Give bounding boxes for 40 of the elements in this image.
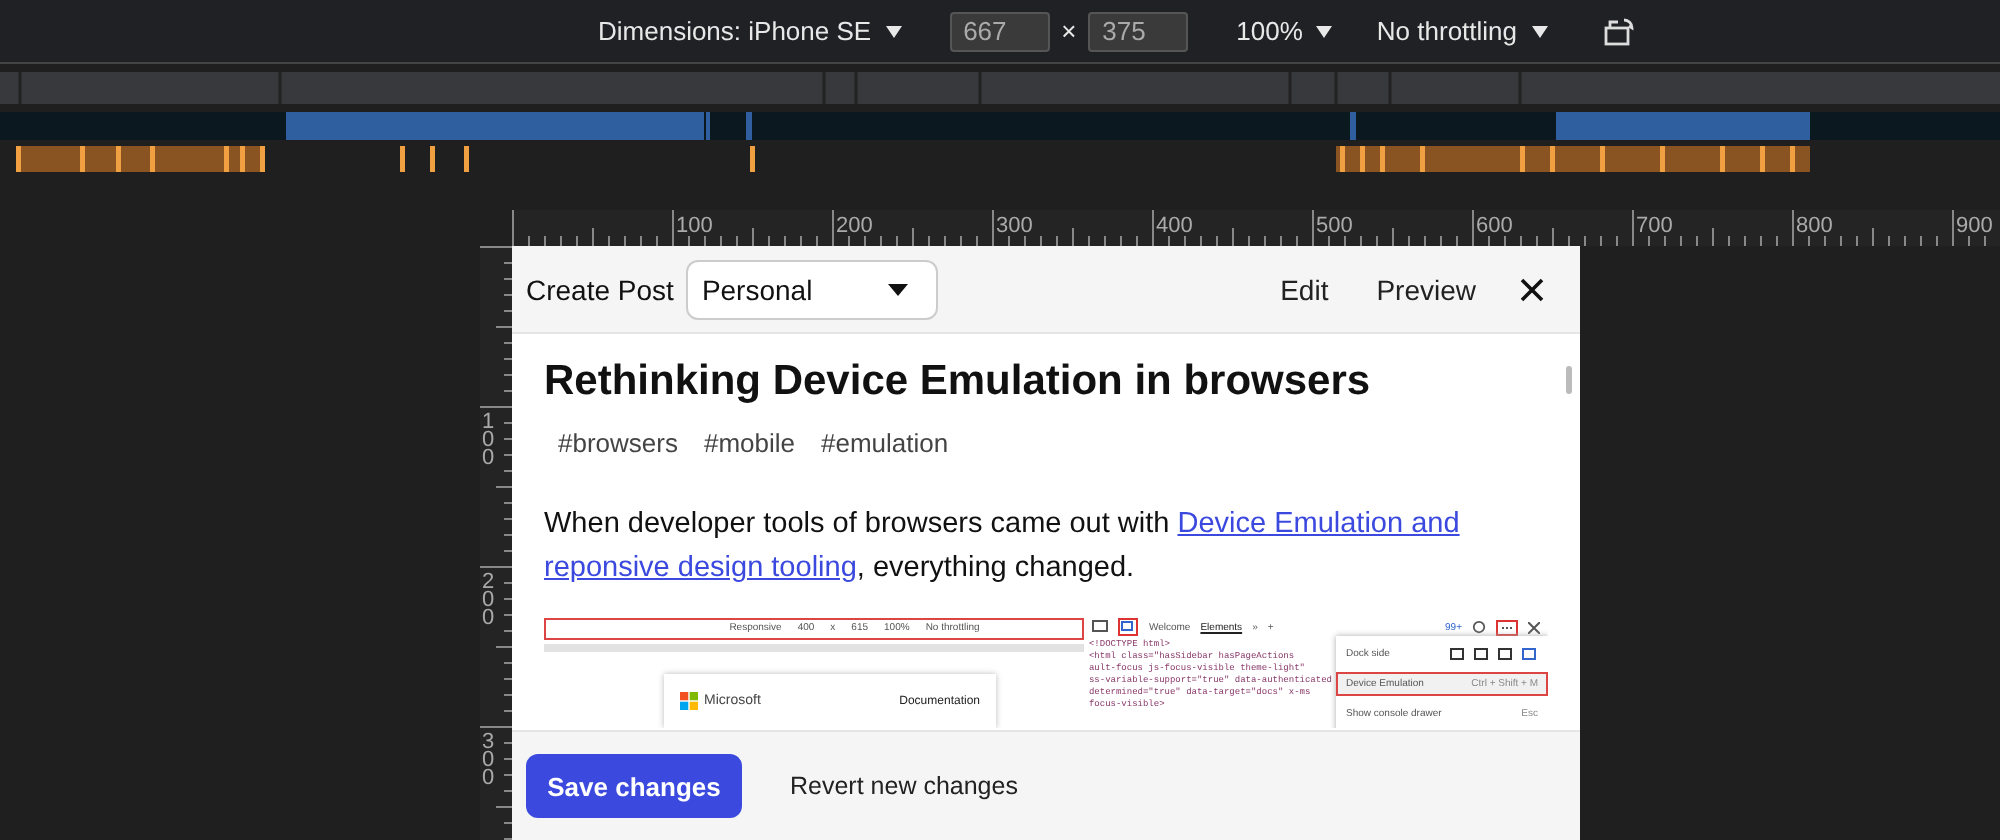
- visibility-select[interactable]: Personal: [685, 259, 938, 319]
- ruler-label: 300: [482, 734, 497, 787]
- ruler-label: 300: [996, 214, 1033, 238]
- tag[interactable]: #emulation: [821, 426, 949, 462]
- save-button[interactable]: Save changes: [526, 754, 742, 818]
- height-field[interactable]: 375: [1088, 11, 1189, 51]
- ruler-label: 200: [836, 214, 873, 238]
- close-icon[interactable]: [1520, 277, 1544, 301]
- ruler-label: 900: [1956, 214, 1993, 238]
- logo-icon: [680, 692, 698, 711]
- ruler-label: 400: [1156, 214, 1193, 238]
- throttling-dropdown[interactable]: No throttling: [1376, 16, 1548, 46]
- article-link[interactable]: reponsive design tooling: [544, 552, 857, 584]
- device-icon: [1118, 618, 1139, 636]
- revert-button[interactable]: Revert new changes: [778, 770, 1030, 802]
- article-link[interactable]: Device Emulation and: [1177, 508, 1460, 540]
- zoom-dropdown[interactable]: 100%: [1236, 16, 1333, 46]
- article-paragraph: When developer tools of browsers came out with Device Emulation and reponsive design tooling, everything changed.: [544, 506, 1462, 588]
- tag[interactable]: #browsers: [558, 426, 678, 462]
- ruler-label: 700: [1636, 214, 1673, 238]
- header-action[interactable]: Preview: [1372, 269, 1480, 309]
- close-icon: [1528, 621, 1540, 633]
- more-icon: [1496, 619, 1518, 635]
- post-title: Create Post: [526, 273, 674, 305]
- ruler-label: 100: [676, 214, 713, 238]
- ruler-label: 500: [1316, 214, 1353, 238]
- header-action[interactable]: Edit: [1276, 269, 1333, 309]
- tag[interactable]: #mobile: [703, 426, 795, 462]
- scrollbar[interactable]: [1566, 366, 1572, 394]
- ruler-label: 800: [1796, 214, 1833, 238]
- width-field[interactable]: 667: [949, 11, 1050, 51]
- rotate-icon[interactable]: [1603, 17, 1636, 45]
- dock-icons: [1450, 648, 1538, 660]
- ruler-label: 600: [1476, 214, 1513, 238]
- device-dropdown[interactable]: Dimensions: iPhone SE: [598, 16, 902, 46]
- times-sign: ×: [1061, 16, 1077, 46]
- ruler-label: 100: [482, 414, 497, 467]
- ruler-label: 200: [482, 574, 497, 627]
- article-heading: Rethinking Device Emulation in browsers: [544, 356, 1373, 408]
- inspect-icon: [1092, 620, 1109, 634]
